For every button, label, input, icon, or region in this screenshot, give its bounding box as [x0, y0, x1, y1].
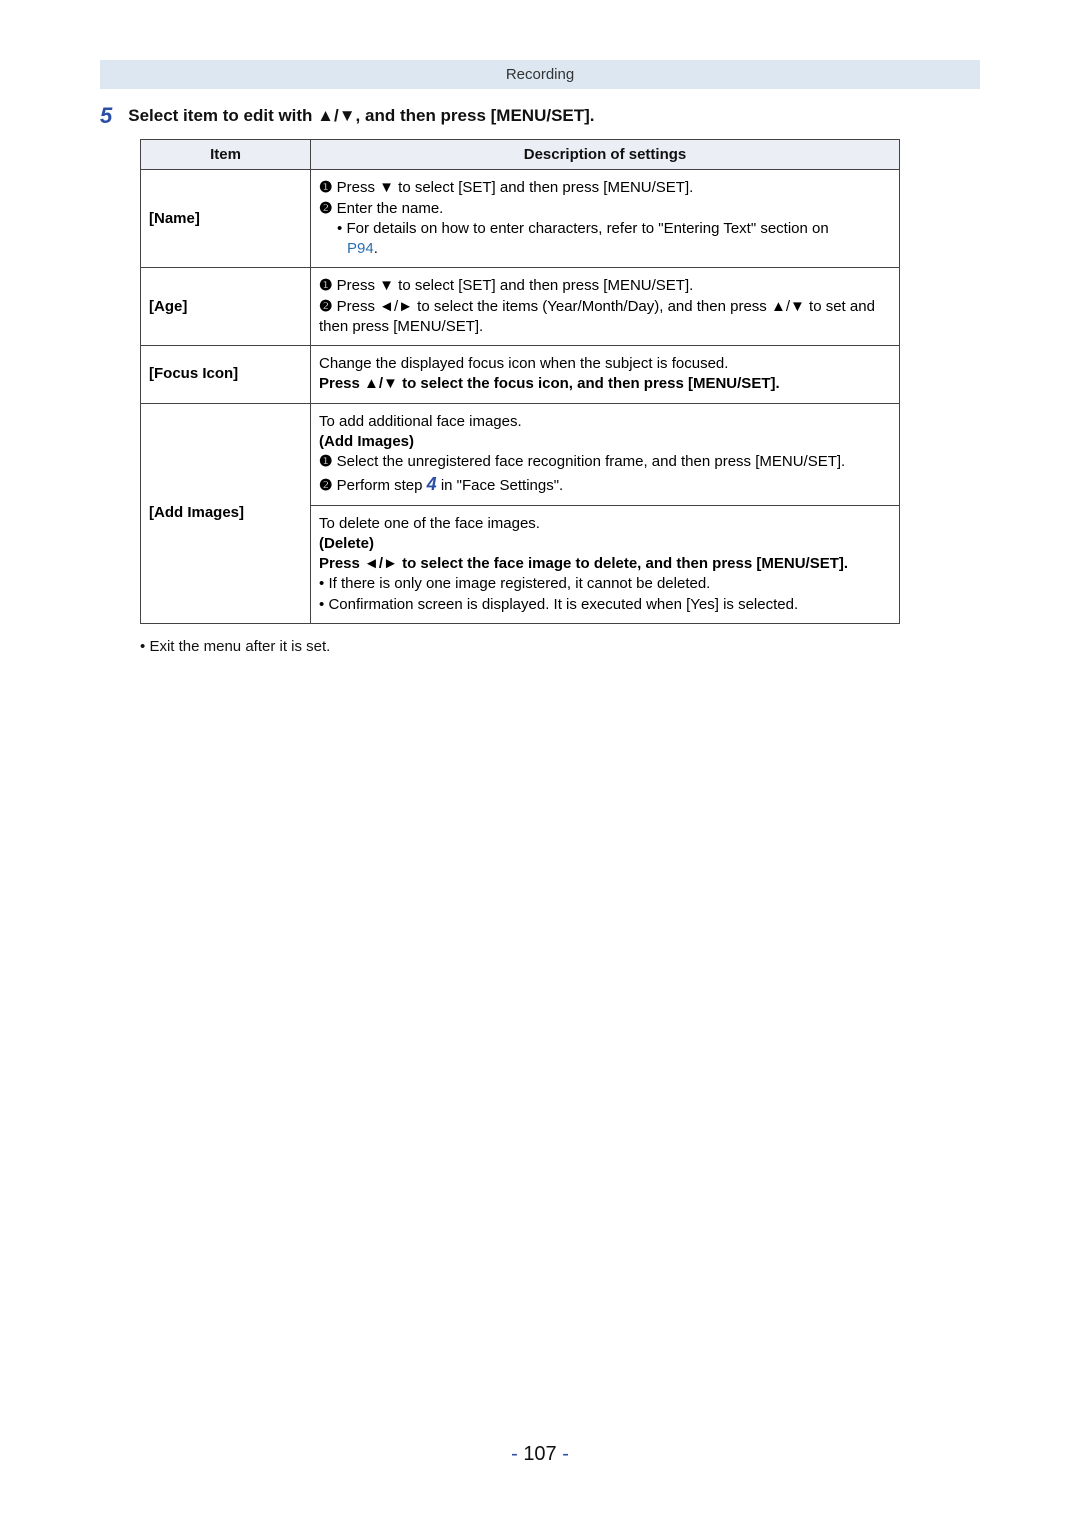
- item-label-focus: [Focus Icon]: [141, 346, 311, 404]
- settings-table: Item Description of settings [Name] ❶ Pr…: [140, 139, 900, 624]
- addimg-add-line2: Select the unregistered face recognition…: [337, 453, 846, 470]
- table-row-focus-icon: [Focus Icon] Change the displayed focus …: [141, 346, 900, 404]
- down-arrow-icon: ▼: [379, 277, 394, 294]
- down-arrow-icon: ▼: [379, 179, 394, 196]
- addimg-del-line2-prefix: Press: [319, 555, 364, 572]
- left-right-arrows: ◄/►: [364, 555, 398, 572]
- addimg-del-line4: Confirmation screen is displayed. It is …: [328, 596, 798, 613]
- bullet-icon: •: [337, 220, 342, 237]
- section-header-text: Recording: [506, 66, 574, 83]
- age-line1-prefix: Press: [337, 277, 380, 294]
- number-1-icon: ❶: [319, 452, 332, 472]
- addimg-add-head: (Add Images): [319, 432, 891, 452]
- desc-add-images-delete: To delete one of the face images. (Delet…: [311, 505, 900, 623]
- up-down-arrows: ▲/▼: [771, 298, 805, 315]
- bullet-icon: •: [319, 575, 324, 592]
- addimg-del-line1: To delete one of the face images.: [319, 514, 891, 534]
- step-4-reference: 4: [427, 474, 437, 494]
- number-1-icon: ❶: [319, 276, 332, 296]
- addimg-del-line3: If there is only one image registered, i…: [328, 575, 710, 592]
- table-header-row: Item Description of settings: [141, 140, 900, 170]
- addimg-del-head: (Delete): [319, 534, 891, 554]
- item-label-age: [Age]: [141, 268, 311, 346]
- number-1-icon: ❶: [319, 178, 332, 198]
- age-line2-mid: to select the items (Year/Month/Day), an…: [413, 298, 771, 315]
- step-5: 5 Select item to edit with ▲/▼, and then…: [100, 103, 980, 129]
- col-header-description: Description of settings: [311, 140, 900, 170]
- dash-left: -: [511, 1443, 523, 1465]
- desc-add-images-add: To add additional face images. (Add Imag…: [311, 403, 900, 505]
- step-number: 5: [100, 103, 112, 129]
- number-2-icon: ❷: [319, 199, 332, 219]
- age-line2-prefix: Press: [337, 298, 380, 315]
- col-header-item: Item: [141, 140, 311, 170]
- name-line3-suffix: .: [374, 240, 378, 257]
- page-link-p94[interactable]: P94: [347, 240, 374, 257]
- step-text-suffix: , and then press [MENU/SET].: [356, 106, 595, 125]
- addimg-add-line3-suffix: in "Face Settings".: [437, 477, 564, 494]
- page-number: - 107 -: [0, 1443, 1080, 1466]
- up-down-arrows: ▲/▼: [317, 106, 355, 125]
- addimg-add-line1: To add additional face images.: [319, 412, 891, 432]
- page-number-value: 107: [523, 1443, 556, 1465]
- number-2-icon: ❷: [319, 476, 332, 496]
- bullet-icon: •: [319, 596, 324, 613]
- age-line1-suffix: to select [SET] and then press [MENU/SET…: [394, 277, 693, 294]
- footer-note: • Exit the menu after it is set.: [140, 638, 980, 655]
- step-text-prefix: Select item to edit with: [128, 106, 317, 125]
- table-row-age: [Age] ❶ Press ▼ to select [SET] and then…: [141, 268, 900, 346]
- desc-age: ❶ Press ▼ to select [SET] and then press…: [311, 268, 900, 346]
- dash-right: -: [557, 1443, 569, 1465]
- item-label-add-images: [Add Images]: [141, 403, 311, 623]
- left-right-arrows: ◄/►: [379, 298, 413, 315]
- name-line3-prefix: For details on how to enter characters, …: [346, 220, 828, 237]
- desc-name: ❶ Press ▼ to select [SET] and then press…: [311, 170, 900, 268]
- table-row-add-images-1: [Add Images] To add additional face imag…: [141, 403, 900, 505]
- bullet-icon: •: [140, 638, 145, 655]
- addimg-del-line2-suffix: to select the face image to delete, and …: [398, 555, 848, 572]
- footer-note-text: Exit the menu after it is set.: [149, 638, 330, 655]
- desc-focus: Change the displayed focus icon when the…: [311, 346, 900, 404]
- focus-line1: Change the displayed focus icon when the…: [319, 354, 891, 374]
- table-row-name: [Name] ❶ Press ▼ to select [SET] and the…: [141, 170, 900, 268]
- number-2-icon: ❷: [319, 297, 332, 317]
- name-line1-suffix: to select [SET] and then press [MENU/SET…: [394, 179, 693, 196]
- step-instruction: Select item to edit with ▲/▼, and then p…: [128, 103, 594, 127]
- up-down-arrows: ▲/▼: [364, 375, 398, 392]
- section-header: Recording: [100, 60, 980, 89]
- focus-line2-prefix: Press: [319, 375, 364, 392]
- addimg-add-line3-prefix: Perform step: [337, 477, 427, 494]
- focus-line2-suffix: to select the focus icon, and then press…: [398, 375, 780, 392]
- name-line2: Enter the name.: [337, 200, 444, 217]
- name-line1-prefix: Press: [337, 179, 380, 196]
- item-label-name: [Name]: [141, 170, 311, 268]
